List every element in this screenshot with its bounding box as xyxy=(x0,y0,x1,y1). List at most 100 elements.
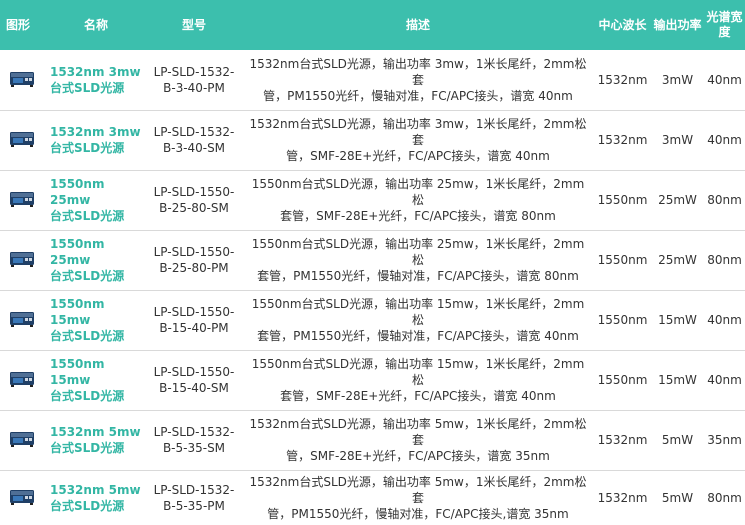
output-power-cell: 5mW xyxy=(651,469,704,525)
product-name-line2[interactable]: 台式SLD光源 xyxy=(50,328,144,344)
spectral-width-cell: 80nm xyxy=(704,229,745,290)
spectral-width-cell: 40nm xyxy=(704,109,745,170)
model-line1: LP-SLD-1532- xyxy=(153,425,235,439)
description-line2: 套管，SMF-28E+光纤，FC/APC接头，谱宽 40nm xyxy=(280,389,556,403)
description-line2: 管，SMF-28E+光纤，FC/APC接头，谱宽 40nm xyxy=(286,149,550,163)
product-table: 图形 名称 型号 描述 中心波长 输出功率 光谱宽度 1532nm 3mw 台式… xyxy=(0,0,745,525)
product-name-cell[interactable]: 1532nm 3mw 台式SLD光源 xyxy=(46,50,146,110)
product-name-line2[interactable]: 台式SLD光源 xyxy=(50,388,144,404)
sld-device-icon[interactable] xyxy=(8,428,36,448)
description-line1: 1532nm台式SLD光源，输出功率 5mw，1米长尾纤，2mm松套 xyxy=(249,417,587,447)
sld-device-icon[interactable] xyxy=(8,188,36,208)
model-line2: B-25-80-PM xyxy=(159,261,229,275)
product-name-line1[interactable]: 1532nm 3mw xyxy=(50,64,144,80)
product-image-cell[interactable] xyxy=(0,289,46,350)
description-line1: 1532nm台式SLD光源，输出功率 3mw，1米长尾纤，2mm松套 xyxy=(249,56,587,87)
spectral-width-cell: 80nm xyxy=(704,169,745,230)
model-line1: LP-SLD-1532- xyxy=(153,125,235,139)
description-cell: 1532nm台式SLD光源，输出功率 3mw，1米长尾纤，2mm松套 管，PM1… xyxy=(242,50,594,110)
product-name-line1[interactable]: 1550nm 25mw xyxy=(50,236,144,268)
product-name-line1[interactable]: 1550nm 15mw xyxy=(50,296,144,328)
spectral-width-cell: 40nm xyxy=(704,349,745,410)
product-image-cell[interactable] xyxy=(0,169,46,230)
description-line2: 管，SMF-28E+光纤，FC/APC接头，谱宽 35nm xyxy=(286,449,550,463)
description-cell: 1550nm台式SLD光源，输出功率 15mw，1米长尾纤，2mm松 套管，PM… xyxy=(242,289,594,350)
product-name-line1[interactable]: 1532nm 5mw xyxy=(50,424,144,440)
model-line2: B-3-40-PM xyxy=(163,80,225,95)
center-wavelength-cell: 1550nm xyxy=(594,229,651,290)
center-wavelength-cell: 1532nm xyxy=(594,409,651,470)
product-image-cell[interactable] xyxy=(0,349,46,410)
sld-device-icon[interactable] xyxy=(8,128,36,148)
description-line2: 管，PM1550光纤，慢轴对准，FC/APC接头，谱宽 40nm xyxy=(263,88,573,103)
product-name-cell[interactable]: 1532nm 3mw 台式SLD光源 xyxy=(46,109,146,170)
product-name-line1[interactable]: 1532nm 3mw xyxy=(50,124,144,140)
product-name-cell[interactable]: 1550nm 15mw 台式SLD光源 xyxy=(46,289,146,350)
model-line1: LP-SLD-1550- xyxy=(153,365,235,379)
model-line2: B-3-40-SM xyxy=(162,141,226,155)
sld-device-icon[interactable] xyxy=(8,68,36,88)
product-image-cell[interactable] xyxy=(0,469,46,525)
output-power-cell: 15mW xyxy=(651,349,704,410)
table-row: 1532nm 3mw 台式SLD光源 LP-SLD-1532- B-3-40-S… xyxy=(0,109,745,170)
table-row: 1550nm 15mw 台式SLD光源 LP-SLD-1550- B-15-40… xyxy=(0,349,745,410)
product-name-line2[interactable]: 台式SLD光源 xyxy=(50,268,144,284)
model-cell: LP-SLD-1550- B-15-40-PM xyxy=(146,289,242,350)
header-model: 型号 xyxy=(181,17,206,32)
product-name-line1[interactable]: 1550nm 25mw xyxy=(50,176,144,208)
header-spectral-width: 光谱宽度 xyxy=(706,10,743,39)
sld-device-icon[interactable] xyxy=(8,248,36,268)
header-image: 图形 xyxy=(6,17,31,32)
product-name-line2[interactable]: 台式SLD光源 xyxy=(50,498,144,514)
sld-device-icon[interactable] xyxy=(8,486,36,506)
center-wavelength-cell: 1532nm xyxy=(594,469,651,525)
sld-device-icon[interactable] xyxy=(8,308,36,328)
description-cell: 1550nm台式SLD光源，输出功率 25mw，1米长尾纤，2mm松 套管，SM… xyxy=(242,169,594,230)
product-image-cell[interactable] xyxy=(0,109,46,170)
output-power-cell: 15mW xyxy=(651,289,704,350)
description-cell: 1550nm台式SLD光源，输出功率 25mw，1米长尾纤，2mm松 套管，PM… xyxy=(242,229,594,290)
description-cell: 1532nm台式SLD光源，输出功率 5mw，1米长尾纤，2mm松套 管，PM1… xyxy=(242,469,594,525)
output-power-cell: 25mW xyxy=(651,169,704,230)
model-line2: B-5-35-SM xyxy=(162,441,226,455)
sld-device-icon[interactable] xyxy=(8,368,36,388)
product-name-cell[interactable]: 1550nm 25mw 台式SLD光源 xyxy=(46,169,146,230)
spectral-width-cell: 40nm xyxy=(704,289,745,350)
center-wavelength-cell: 1550nm xyxy=(594,169,651,230)
model-cell: LP-SLD-1532- B-3-40-PM xyxy=(146,50,242,110)
product-name-line2[interactable]: 台式SLD光源 xyxy=(50,440,144,456)
product-name-cell[interactable]: 1550nm 15mw 台式SLD光源 xyxy=(46,349,146,410)
table-row: 1532nm 5mw 台式SLD光源 LP-SLD-1532- B-5-35-S… xyxy=(0,409,745,470)
table-body: 1532nm 3mw 台式SLD光源 LP-SLD-1532- B-3-40-P… xyxy=(0,50,745,525)
description-cell: 1532nm台式SLD光源，输出功率 3mw，1米长尾纤，2mm松套 管，SMF… xyxy=(242,109,594,170)
table-row: 1550nm 25mw 台式SLD光源 LP-SLD-1550- B-25-80… xyxy=(0,169,745,230)
table-header: 图形 名称 型号 描述 中心波长 输出功率 光谱宽度 xyxy=(0,0,745,50)
model-line2: B-15-40-PM xyxy=(159,321,229,335)
center-wavelength-cell: 1532nm xyxy=(594,109,651,170)
product-name-line1[interactable]: 1550nm 15mw xyxy=(50,356,144,388)
table-row: 1550nm 15mw 台式SLD光源 LP-SLD-1550- B-15-40… xyxy=(0,289,745,350)
table-row: 1532nm 5mw 台式SLD光源 LP-SLD-1532- B-5-35-P… xyxy=(0,469,745,525)
description-line2: 管，PM1550光纤，慢轴对准，FC/APC接头,谱宽 35nm xyxy=(267,506,569,521)
product-name-cell[interactable]: 1532nm 5mw 台式SLD光源 xyxy=(46,469,146,525)
product-image-cell[interactable] xyxy=(0,409,46,470)
product-name-cell[interactable]: 1532nm 5mw 台式SLD光源 xyxy=(46,409,146,470)
output-power-cell: 3mW xyxy=(651,109,704,170)
model-cell: LP-SLD-1550- B-15-40-SM xyxy=(146,349,242,410)
output-power-cell: 25mW xyxy=(651,229,704,290)
description-cell: 1532nm台式SLD光源，输出功率 5mw，1米长尾纤，2mm松套 管，SMF… xyxy=(242,409,594,470)
description-line1: 1550nm台式SLD光源，输出功率 15mw，1米长尾纤，2mm松 xyxy=(251,297,585,327)
product-name-line2[interactable]: 台式SLD光源 xyxy=(50,140,144,156)
product-name-line2[interactable]: 台式SLD光源 xyxy=(50,80,144,96)
header-row: 图形 名称 型号 描述 中心波长 输出功率 光谱宽度 xyxy=(0,0,745,50)
header-center-wavelength: 中心波长 xyxy=(598,17,647,32)
model-line2: B-25-80-SM xyxy=(159,201,229,215)
product-name-line1[interactable]: 1532nm 5mw xyxy=(50,482,144,498)
description-line2: 套管，SMF-28E+光纤，FC/APC接头，谱宽 80nm xyxy=(280,209,556,223)
model-line2: B-15-40-SM xyxy=(159,381,229,395)
product-name-cell[interactable]: 1550nm 25mw 台式SLD光源 xyxy=(46,229,146,290)
product-image-cell[interactable] xyxy=(0,229,46,290)
product-image-cell[interactable] xyxy=(0,50,46,110)
product-name-line2[interactable]: 台式SLD光源 xyxy=(50,208,144,224)
description-line1: 1550nm台式SLD光源，输出功率 15mw，1米长尾纤，2mm松 xyxy=(251,357,585,387)
